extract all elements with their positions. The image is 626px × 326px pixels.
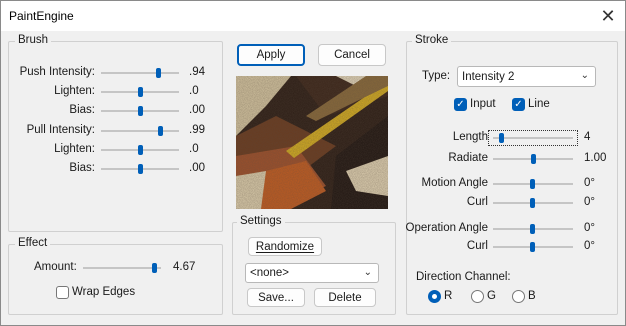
channel-g-label[interactable]: G bbox=[487, 290, 496, 302]
motion-angle-slider-thumb[interactable] bbox=[530, 179, 535, 189]
brush-row-label: Bias: bbox=[69, 104, 95, 116]
radiate-slider-thumb[interactable] bbox=[531, 154, 536, 164]
randomize-button[interactable]: Randomize bbox=[248, 237, 322, 256]
effect-legend: Effect bbox=[15, 237, 51, 249]
amount-label: Amount: bbox=[34, 261, 77, 273]
preset-select[interactable]: <none> ⌄ bbox=[245, 263, 379, 283]
direction-channel-label: Direction Channel: bbox=[416, 271, 511, 283]
motion-curl-value: 0° bbox=[584, 196, 595, 208]
brush-slider-thumb[interactable] bbox=[156, 68, 161, 78]
type-label: Type: bbox=[422, 70, 451, 82]
title-bar: PaintEngine ✕ bbox=[1, 1, 625, 31]
line-label[interactable]: Line bbox=[528, 98, 550, 110]
brush-row-label: Bias: bbox=[69, 162, 95, 174]
brush-slider-track[interactable] bbox=[101, 68, 179, 78]
input-label[interactable]: Input bbox=[470, 98, 496, 110]
wrap-edges-label[interactable]: Wrap Edges bbox=[72, 286, 135, 298]
preview-image bbox=[236, 76, 388, 209]
chevron-down-icon: ⌄ bbox=[363, 267, 372, 278]
brush-row-value: .0 bbox=[189, 85, 199, 97]
chevron-down-icon: ⌄ bbox=[580, 70, 589, 81]
wrap-edges-checkbox[interactable] bbox=[56, 286, 69, 299]
cancel-button[interactable]: Cancel bbox=[318, 44, 386, 66]
channel-r-radio[interactable] bbox=[428, 290, 441, 303]
brush-row-value: .94 bbox=[189, 66, 205, 78]
brush-slider-thumb[interactable] bbox=[158, 126, 163, 136]
brush-slider-thumb[interactable] bbox=[138, 145, 143, 155]
brush-slider-thumb[interactable] bbox=[138, 87, 143, 97]
radiate-value: 1.00 bbox=[584, 152, 607, 164]
radiate-label: Radiate bbox=[448, 152, 488, 164]
length-value: 4 bbox=[584, 131, 591, 143]
randomize-label: Randomize bbox=[255, 240, 315, 253]
brush-slider-thumb[interactable] bbox=[138, 106, 143, 116]
close-icon[interactable]: ✕ bbox=[597, 5, 619, 27]
amount-slider-thumb[interactable] bbox=[152, 263, 157, 273]
line-checkbox[interactable]: ✓ bbox=[512, 98, 525, 111]
amount-value: 4.67 bbox=[173, 261, 196, 273]
channel-b-label[interactable]: B bbox=[528, 290, 536, 302]
operation-angle-slider-track[interactable] bbox=[493, 224, 573, 234]
brush-row-label: Push Intensity: bbox=[19, 66, 95, 78]
type-select[interactable]: Intensity 2 ⌄ bbox=[457, 66, 596, 87]
operation-curl-slider-track[interactable] bbox=[493, 242, 573, 252]
preview-artwork bbox=[236, 76, 388, 209]
operation-angle-slider-thumb[interactable] bbox=[530, 224, 535, 234]
brush-row-label: Pull Intensity: bbox=[26, 124, 95, 136]
window-title: PaintEngine bbox=[9, 9, 74, 23]
length-slider-focus bbox=[488, 130, 578, 146]
preset-select-value: <none> bbox=[250, 267, 290, 279]
delete-button[interactable]: Delete bbox=[314, 288, 376, 307]
brush-slider-track[interactable] bbox=[101, 145, 179, 155]
channel-g-radio[interactable] bbox=[471, 290, 484, 303]
operation-curl-value: 0° bbox=[584, 240, 595, 252]
channel-b-radio[interactable] bbox=[512, 290, 525, 303]
brush-slider-thumb[interactable] bbox=[138, 164, 143, 174]
motion-angle-label: Motion Angle bbox=[421, 177, 489, 189]
brush-row-label: Lighten: bbox=[54, 85, 95, 97]
operation-curl-slider-thumb[interactable] bbox=[530, 242, 535, 252]
motion-angle-value: 0° bbox=[584, 177, 595, 189]
effect-group: Effect bbox=[8, 237, 223, 315]
brush-row-label: Lighten: bbox=[54, 143, 95, 155]
brush-slider-track[interactable] bbox=[101, 87, 179, 97]
motion-curl-slider-track[interactable] bbox=[493, 198, 573, 208]
apply-button[interactable]: Apply bbox=[237, 44, 305, 66]
operation-angle-label: Operation Angle bbox=[405, 222, 488, 234]
brush-slider-track[interactable] bbox=[101, 106, 179, 116]
type-select-value: Intensity 2 bbox=[462, 70, 515, 83]
brush-legend: Brush bbox=[15, 34, 52, 46]
brush-row-value: .0 bbox=[189, 143, 199, 155]
brush-row-value: .00 bbox=[189, 104, 205, 116]
motion-curl-slider-thumb[interactable] bbox=[530, 198, 535, 208]
radiate-slider-track[interactable] bbox=[493, 154, 573, 164]
amount-slider-track[interactable] bbox=[83, 263, 161, 273]
stroke-legend: Stroke bbox=[412, 34, 452, 46]
settings-legend: Settings bbox=[237, 215, 285, 227]
dialog-window: PaintEngine ✕ Brush Push Intensity: .94 Li… bbox=[0, 0, 626, 326]
input-checkbox[interactable]: ✓ bbox=[454, 98, 467, 111]
operation-curl-label: Curl bbox=[466, 240, 488, 252]
brush-row-value: .99 bbox=[189, 124, 205, 136]
length-label: Length bbox=[452, 131, 488, 143]
operation-angle-value: 0° bbox=[584, 222, 595, 234]
channel-r-label[interactable]: R bbox=[444, 290, 452, 302]
brush-slider-track[interactable] bbox=[101, 126, 179, 136]
brush-slider-track[interactable] bbox=[101, 164, 179, 174]
brush-row-value: .00 bbox=[189, 162, 205, 174]
save-button[interactable]: Save... bbox=[247, 288, 305, 307]
motion-angle-slider-track[interactable] bbox=[493, 179, 573, 189]
motion-curl-label: Curl bbox=[466, 196, 488, 208]
